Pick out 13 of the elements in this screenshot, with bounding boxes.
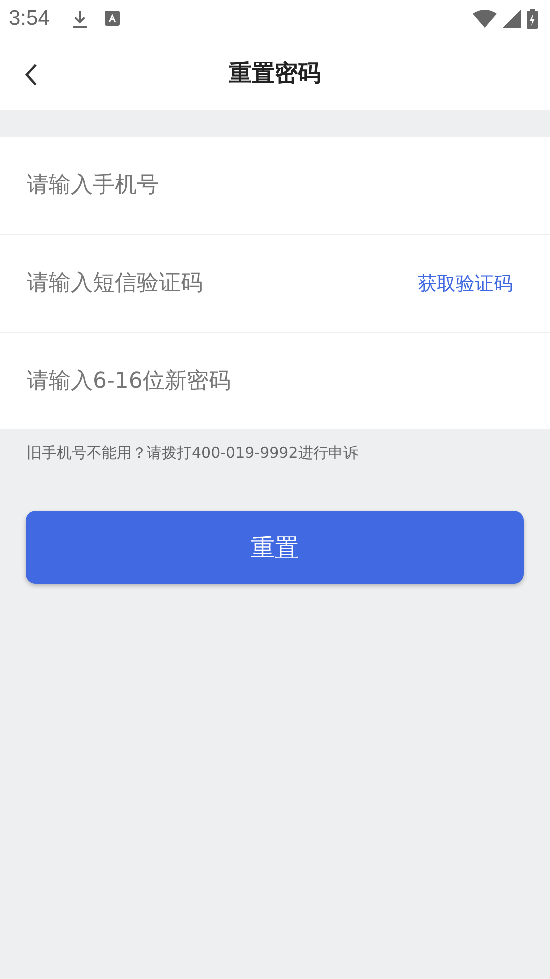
status-time: 3:54 bbox=[9, 6, 50, 30]
input-field[interactable]: 请输入手机号 bbox=[27, 173, 523, 198]
signal-icon bbox=[503, 10, 521, 28]
input-field[interactable]: 请输入6-16位新密码 bbox=[27, 368, 523, 394]
input-field[interactable]: 请输入短信验证码 bbox=[27, 271, 418, 296]
wifi-icon bbox=[473, 10, 497, 28]
page-title: 重置密码 bbox=[229, 60, 321, 89]
help-text: 旧手机号不能用？请拨打400-019-9992进行申诉 bbox=[26, 443, 360, 463]
reset-button[interactable]: 重置 bbox=[26, 511, 524, 584]
get-code-link[interactable]: 获取验证码 bbox=[418, 270, 523, 296]
download-icon bbox=[72, 10, 88, 28]
keyboard-letter-icon bbox=[104, 11, 120, 26]
battery-icon bbox=[527, 8, 538, 28]
